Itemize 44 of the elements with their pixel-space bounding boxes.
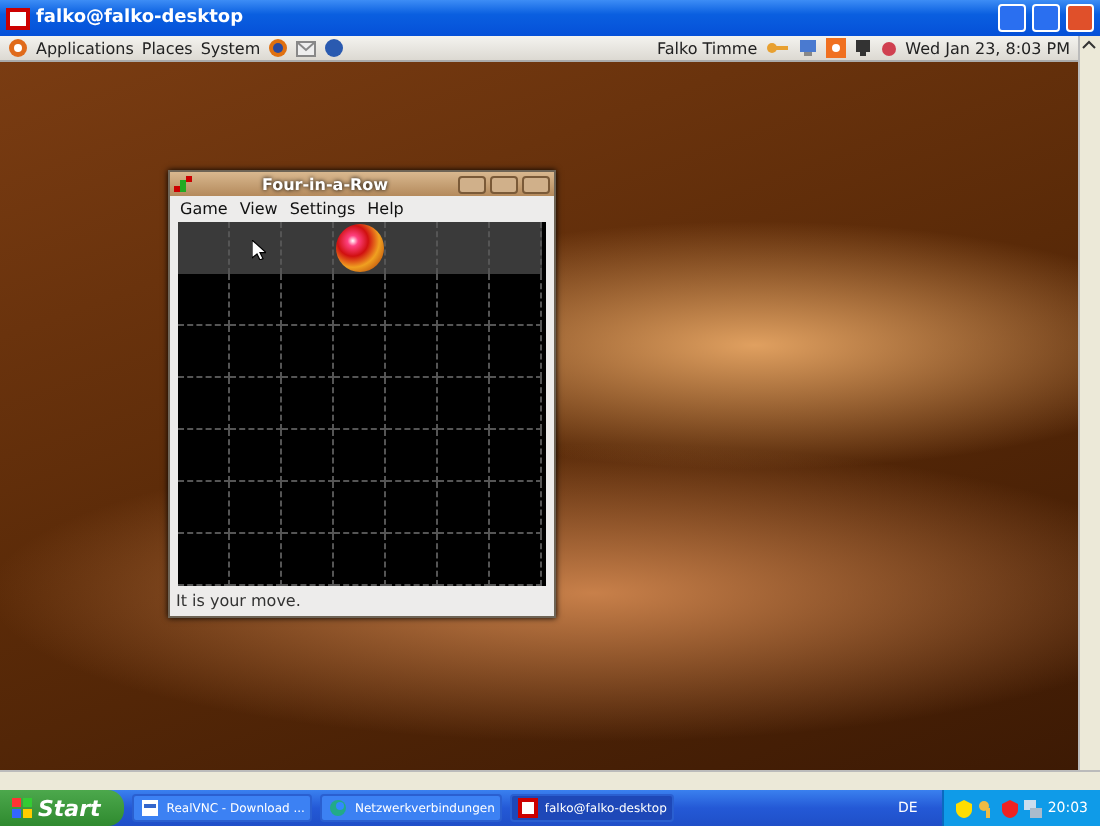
window-title: falko@falko-desktop (36, 8, 246, 28)
drop-cell[interactable] (282, 222, 334, 274)
browser-icon[interactable] (268, 38, 289, 58)
drop-cell[interactable] (490, 222, 542, 274)
close-button[interactable] (1066, 4, 1094, 32)
app-icon (140, 798, 161, 818)
game-minimize-button[interactable] (458, 175, 486, 193)
game-window-title: Four-in-a-Row (259, 175, 391, 193)
drop-cell[interactable] (178, 222, 230, 274)
menu-item[interactable]: View (239, 200, 278, 218)
menu-item[interactable]: Settings (289, 200, 356, 218)
menu-item[interactable]: Help (367, 200, 404, 218)
keys-icon[interactable] (977, 799, 996, 817)
clock[interactable]: Wed Jan 23, 8:03 PM (905, 39, 1070, 57)
app-icon (518, 798, 539, 818)
envelope-icon[interactable] (296, 38, 317, 58)
panel-menu[interactable]: Applications (36, 39, 134, 57)
windows-logo-icon (12, 798, 32, 818)
network-icon[interactable] (1023, 799, 1042, 817)
shield-icon[interactable] (1001, 799, 1018, 817)
minimize-button[interactable] (998, 4, 1026, 32)
vnc-logo-icon (6, 7, 30, 29)
update-icon[interactable] (825, 38, 846, 58)
monitor-icon[interactable] (853, 38, 872, 58)
start-button[interactable]: Start (0, 790, 125, 826)
drop-cell[interactable] (230, 222, 282, 274)
game-maximize-button[interactable] (490, 175, 518, 193)
vertical-scrollbar[interactable] (1078, 36, 1100, 770)
drop-cell[interactable] (438, 222, 490, 274)
maximize-button[interactable] (1032, 4, 1060, 32)
mouse-pointer-icon (252, 240, 266, 260)
horizontal-scrollbar[interactable] (0, 770, 1100, 790)
drop-cell[interactable] (386, 222, 438, 274)
shield-icon[interactable] (955, 799, 972, 817)
menu-item[interactable]: Game (180, 200, 228, 218)
panel-menu[interactable]: System (200, 39, 261, 57)
app-icon (328, 798, 349, 818)
game-close-button[interactable] (522, 175, 550, 193)
panel-menu[interactable]: Places (141, 39, 193, 57)
user-name[interactable]: Falko Timme (656, 39, 758, 57)
game-logo-icon (174, 175, 192, 193)
network-icon[interactable] (797, 38, 818, 58)
keys-icon (765, 40, 790, 56)
status-text: It is your move. (174, 590, 303, 614)
